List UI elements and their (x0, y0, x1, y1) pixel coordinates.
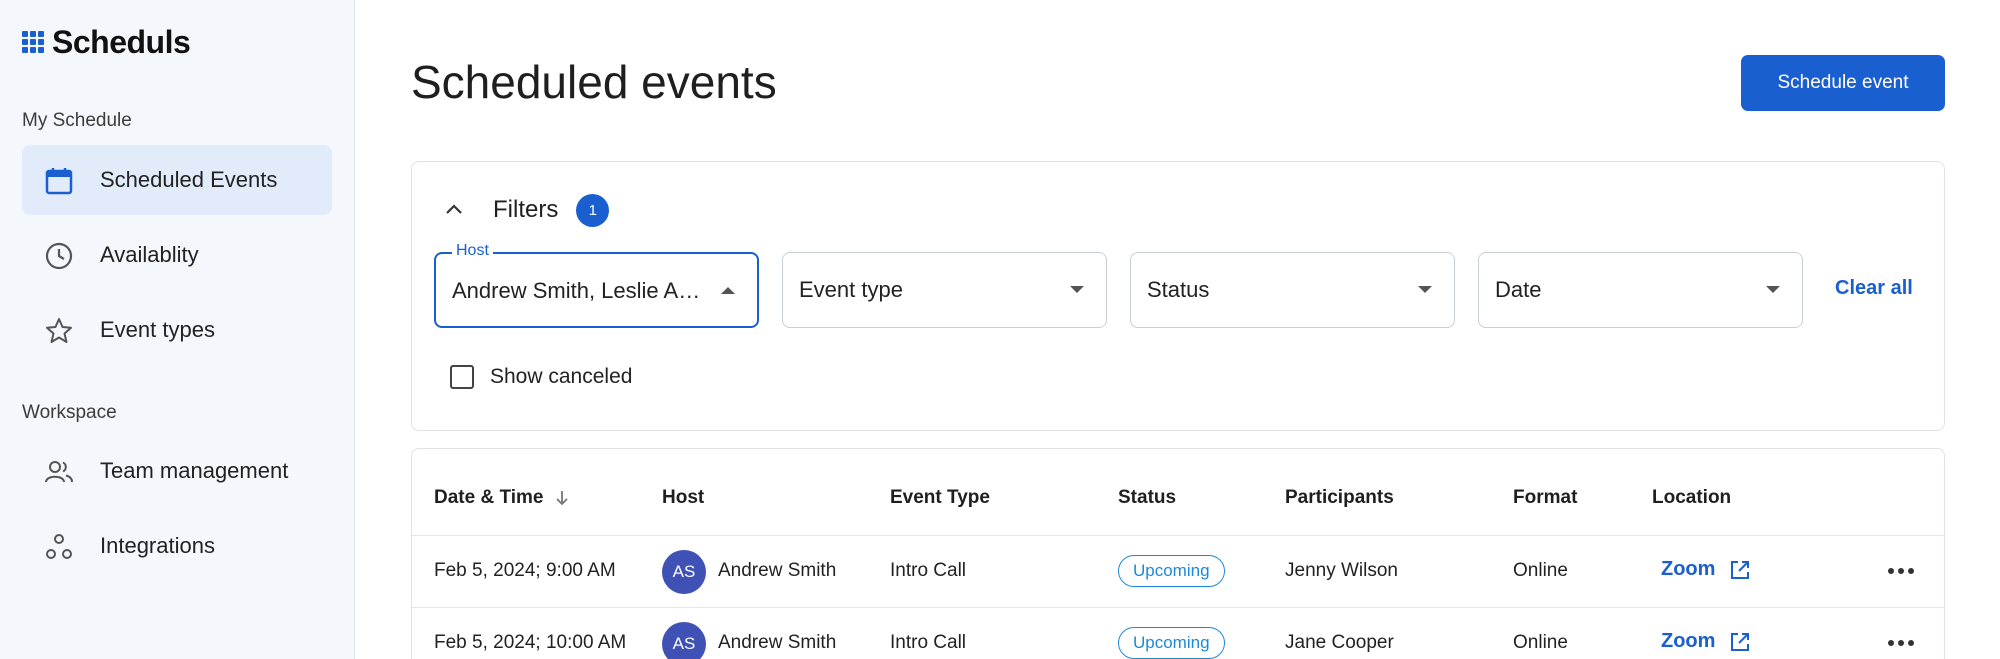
location-link[interactable]: Zoom (1661, 558, 1751, 581)
arrow-down-icon[interactable] (553, 489, 571, 507)
location-link[interactable]: Zoom (1661, 630, 1751, 653)
cell-format: Online (1513, 560, 1568, 581)
event-type-select-placeholder: Event type (799, 277, 903, 302)
show-canceled-label: Show canceled (490, 365, 633, 388)
cell-datetime: Feb 5, 2024; 9:00 AM (434, 560, 616, 581)
page-title: Scheduled events (411, 56, 777, 108)
table-row[interactable]: Feb 5, 2024; 9:00 AM AS Andrew Smith Int… (412, 535, 1944, 607)
cell-host: Andrew Smith (718, 632, 837, 653)
brand-name: Scheduls (52, 23, 191, 60)
schedule-event-button[interactable]: Schedule event (1741, 55, 1945, 111)
host-select[interactable]: Host Andrew Smith, Leslie Alexander (434, 242, 759, 328)
calendar-icon (45, 168, 73, 195)
column-header-participants: Participants (1285, 487, 1394, 508)
location-link-label: Zoom (1661, 558, 1716, 580)
event-type-select[interactable]: Event type (782, 252, 1107, 328)
caret-down-icon (1418, 286, 1432, 293)
cell-participants: Jane Cooper (1285, 632, 1394, 653)
clear-all-link[interactable]: Clear all (1835, 277, 1913, 300)
status-badge: Upcoming (1118, 627, 1225, 659)
column-header-status: Status (1118, 487, 1177, 508)
column-header-label: Date & Time (434, 487, 544, 508)
avatar: AS (662, 550, 706, 594)
cell-participants: Jenny Wilson (1285, 560, 1398, 581)
filters-count-badge: 1 (576, 193, 610, 227)
column-header-host: Host (662, 487, 705, 508)
show-canceled-row[interactable]: Show canceled (450, 365, 632, 389)
sidebar-item-event-types[interactable]: Event types (22, 295, 332, 365)
column-header-location: Location (1652, 487, 1732, 508)
status-badge: Upcoming (1118, 555, 1225, 587)
chevron-up-icon[interactable] (442, 198, 466, 222)
caret-down-icon (1766, 286, 1780, 293)
clock-icon (45, 242, 73, 270)
date-select[interactable]: Date (1478, 252, 1803, 328)
show-canceled-checkbox[interactable] (450, 365, 474, 389)
sidebar-item-availability[interactable]: Availablity (22, 220, 332, 290)
section-title-my-schedule: My Schedule (22, 110, 132, 131)
host-select-label: Host (452, 242, 493, 260)
cell-host: Andrew Smith (718, 560, 837, 581)
star-icon (46, 318, 72, 343)
integrations-icon (46, 534, 72, 559)
brand[interactable]: Scheduls (22, 23, 191, 60)
cell-datetime: Feb 5, 2024; 10:00 AM (434, 632, 627, 653)
table-row[interactable]: Feb 5, 2024; 10:00 AM AS Andrew Smith In… (412, 607, 1944, 659)
column-header-format: Format (1513, 487, 1578, 508)
grid-logo-icon (22, 31, 44, 53)
cell-format: Online (1513, 632, 1568, 653)
status-select-placeholder: Status (1147, 277, 1210, 302)
more-options-icon[interactable] (1888, 568, 1914, 576)
caret-down-icon (1070, 286, 1084, 293)
sidebar-item-scheduled-events[interactable]: Scheduled Events (22, 145, 332, 215)
sidebar-item-label: Availablity (100, 242, 199, 267)
sidebar-item-label: Integrations (100, 533, 215, 558)
location-link-label: Zoom (1661, 630, 1716, 652)
sidebar: Scheduls My Schedule Scheduled Events Av… (0, 0, 355, 659)
filters-panel: Filters 1 Host Andrew Smith, Leslie Alex… (411, 161, 1945, 431)
external-link-icon (1731, 560, 1750, 579)
caret-up-icon (721, 287, 735, 294)
column-header-date-time[interactable]: Date & Time (434, 487, 571, 509)
avatar: AS (662, 622, 706, 659)
sidebar-item-label: Scheduled Events (100, 167, 278, 192)
status-select[interactable]: Status (1130, 252, 1455, 328)
sidebar-item-team-management[interactable]: Team management (22, 436, 332, 506)
sidebar-item-label: Team management (100, 458, 289, 483)
date-select-placeholder: Date (1495, 277, 1542, 302)
host-select-value: Andrew Smith, Leslie Alexander (452, 278, 702, 303)
column-header-event-type: Event Type (890, 487, 990, 508)
more-options-icon[interactable] (1888, 640, 1914, 648)
cell-event-type: Intro Call (890, 560, 967, 581)
sidebar-item-label: Event types (100, 317, 215, 342)
sidebar-item-integrations[interactable]: Integrations (22, 511, 332, 581)
cell-event-type: Intro Call (890, 632, 967, 653)
events-table: Date & Time Host Event Type Status Parti… (411, 448, 1945, 659)
filters-header[interactable]: Filters 1 (442, 192, 610, 228)
filters-title: Filters (493, 196, 559, 223)
section-title-workspace: Workspace (22, 402, 117, 423)
external-link-icon (1731, 632, 1750, 651)
people-icon (45, 461, 73, 483)
